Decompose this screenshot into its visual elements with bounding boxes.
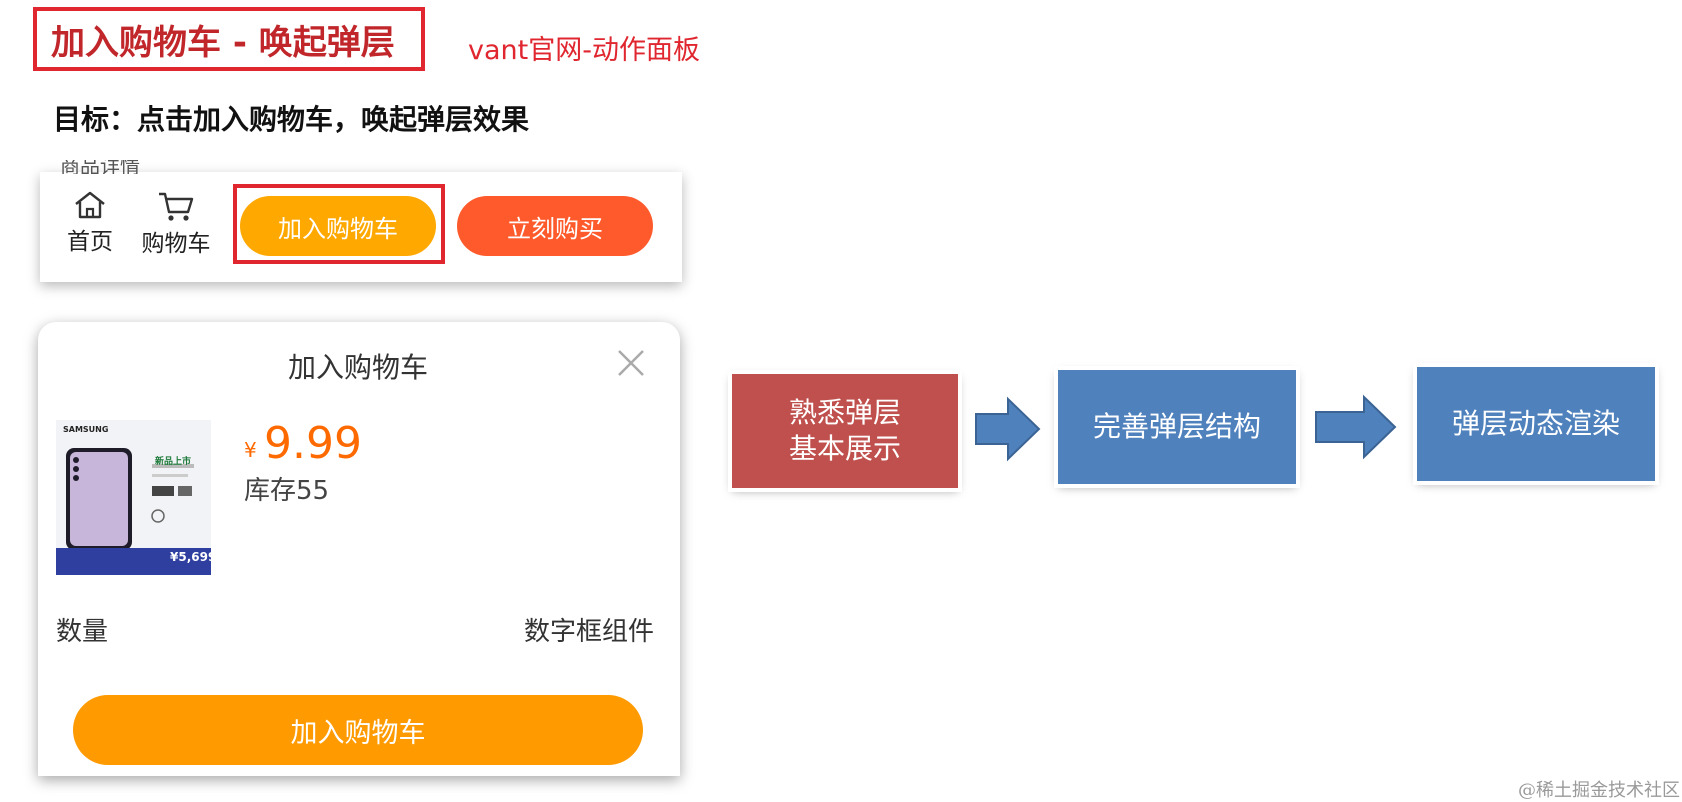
- flow-step-1-line-2: 基本展示: [788, 432, 901, 465]
- home-icon: [75, 191, 105, 219]
- page-title: 加入购物车 - 唤起弹层: [51, 22, 395, 63]
- flow-step-2: 完善弹层结构: [1058, 370, 1296, 484]
- nav-cart-label: 购物车: [141, 231, 211, 257]
- product-promo-price: ¥5,699: [170, 550, 217, 564]
- quantity-label: 数量: [56, 617, 109, 647]
- goal-text: 目标：点击加入购物车，唤起弹层效果: [53, 103, 530, 136]
- flow-step-1-line-1: 熟悉弹层: [788, 396, 901, 429]
- close-icon[interactable]: [616, 348, 646, 382]
- stock-count: 库存55: [244, 476, 330, 506]
- action-bar-cutoff-text: 商品详情: [60, 160, 140, 174]
- flow-arrow-1: [975, 396, 1041, 462]
- buy-now-button[interactable]: 立刻购买: [457, 196, 653, 256]
- flow-step-1: 熟悉弹层 基本展示: [732, 374, 958, 488]
- cart-icon: [159, 192, 194, 221]
- flow-step-3: 弹层动态渲染: [1417, 367, 1655, 481]
- nav-home-label: 首页: [67, 229, 113, 255]
- product-new-tag: 新品上市: [155, 457, 192, 467]
- page-title-box: 加入购物车 - 唤起弹层: [33, 7, 425, 71]
- product-brand: SAMSUNG: [63, 425, 109, 434]
- popup-add-to-cart-button[interactable]: 加入购物车: [73, 695, 643, 765]
- add-to-cart-highlight-box: [233, 184, 445, 264]
- flow-arrow-2: [1315, 394, 1397, 460]
- price-currency: ¥: [244, 438, 257, 462]
- nav-home[interactable]: 首页: [62, 190, 118, 256]
- product-price: 9.99: [264, 418, 362, 469]
- popup-title: 加入购物车: [288, 351, 429, 384]
- watermark: @稀土掘金技术社区: [1518, 780, 1680, 801]
- vant-docs-link[interactable]: vant官网-动作面板: [468, 28, 700, 67]
- quantity-stepper[interactable]: 数字框组件: [524, 611, 654, 648]
- nav-cart[interactable]: 购物车: [138, 190, 214, 258]
